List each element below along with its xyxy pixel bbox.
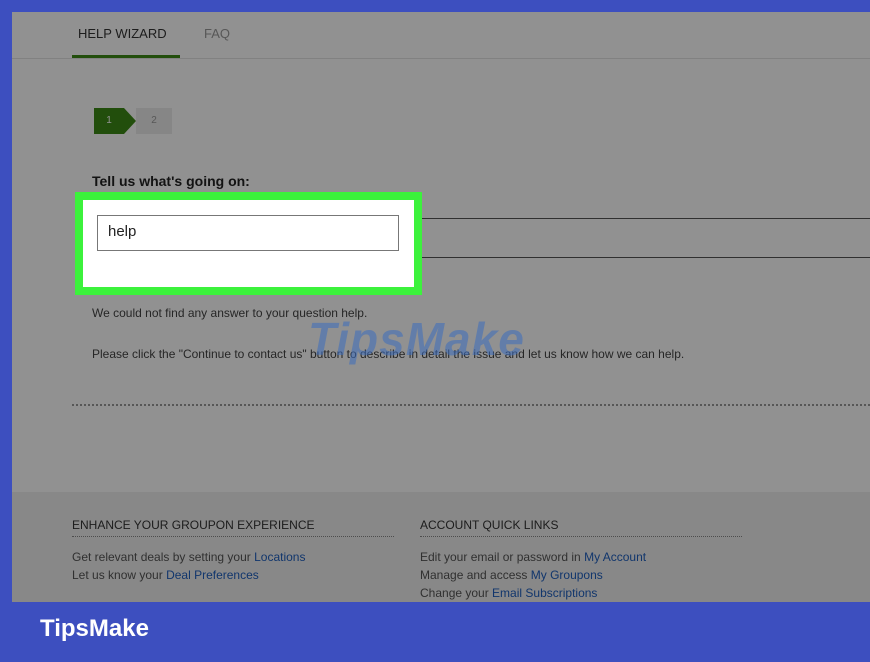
continue-message: Please click the "Continue to contact us… [92,347,685,361]
step-2: 2 [136,108,172,134]
footer: ENHANCE YOUR GROUPON EXPERIENCE Get rele… [12,492,870,602]
step-1: 1 [94,108,124,134]
my-account-link[interactable]: My Account [584,550,646,564]
email-subscriptions-link[interactable]: Email Subscriptions [492,586,597,600]
issue-input[interactable]: help [97,215,399,251]
footer-line-text: Let us know your [72,568,167,582]
active-tab-indicator [72,55,180,58]
screenshot-area: HELP WIZARD FAQ 1 2 Tell us what's going… [12,12,870,602]
brand-label: TipsMake [40,615,149,642]
question-label: Tell us what's going on: [92,173,250,189]
footer-line-subscriptions: Change your Email Subscriptions [420,586,597,600]
tab-help-wizard[interactable]: HELP WIZARD [78,26,167,41]
my-groupons-link[interactable]: My Groupons [531,568,603,582]
footer-line-locations: Get relevant deals by setting your Locat… [72,550,305,564]
section-divider [72,404,870,406]
footer-divider [72,536,394,537]
tab-faq[interactable]: FAQ [204,26,230,41]
footer-line-groupons: Manage and access My Groupons [420,568,603,582]
deal-preferences-link[interactable]: Deal Preferences [166,568,259,582]
footer-heading-enhance: ENHANCE YOUR GROUPON EXPERIENCE [72,518,315,532]
footer-divider [420,536,742,537]
step-arrow-icon [124,108,136,134]
no-answer-message: We could not find any answer to your que… [92,306,368,320]
locations-link[interactable]: Locations [254,550,305,564]
tab-bar: HELP WIZARD FAQ [12,12,870,59]
footer-line-text: Edit your email or password in [420,550,585,564]
footer-line-text: Manage and access [420,568,531,582]
footer-line-account: Edit your email or password in My Accoun… [420,550,646,564]
highlight-box: help [75,192,422,295]
footer-line-text: Get relevant deals by setting your [72,550,255,564]
highlight-inner: help [83,200,414,287]
footer-line-preferences: Let us know your Deal Preferences [72,568,259,582]
footer-line-text: Change your [420,586,493,600]
footer-heading-quick-links: ACCOUNT QUICK LINKS [420,518,559,532]
brand-frame: HELP WIZARD FAQ 1 2 Tell us what's going… [0,0,870,662]
